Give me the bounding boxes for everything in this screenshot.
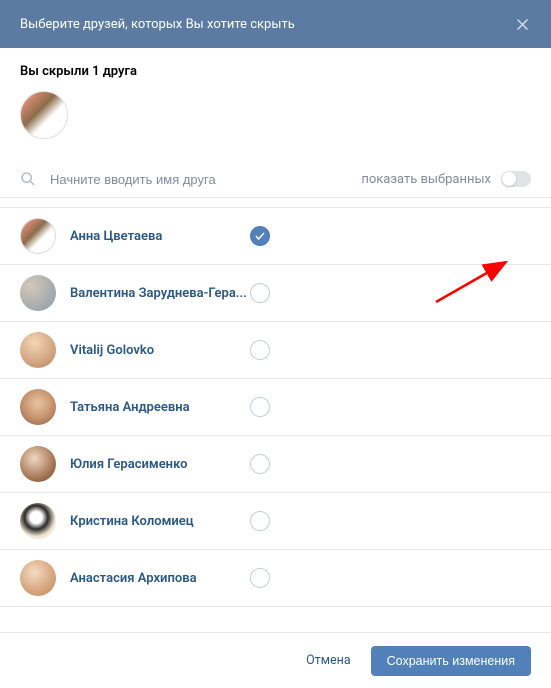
- friend-checkbox[interactable]: [250, 397, 270, 417]
- friend-checkbox[interactable]: [250, 226, 270, 246]
- save-button[interactable]: Сохранить изменения: [371, 646, 531, 676]
- friend-avatar: [20, 503, 56, 539]
- show-selected-label: показать выбранных: [361, 172, 491, 187]
- friend-row[interactable]: Анастасия Архипова: [0, 550, 551, 607]
- friend-name: Анастасия Архипова: [70, 571, 250, 586]
- modal-title: Выберите друзей, которых Вы хотите скрыт…: [20, 17, 295, 32]
- friend-avatar: [20, 389, 56, 425]
- search-input[interactable]: [50, 172, 361, 187]
- friend-name: Кристина Коломиец: [70, 514, 250, 529]
- friend-name: Юлия Герасименко: [70, 457, 250, 472]
- friend-row[interactable]: Анна Цветаева: [0, 208, 551, 265]
- search-row: показать выбранных: [0, 161, 551, 198]
- friend-list: Анна Цветаева Валентина Заруднева-Гера...…: [0, 208, 551, 607]
- list-top-divider: [0, 198, 551, 208]
- close-button[interactable]: [514, 16, 531, 33]
- friend-row[interactable]: Юлия Герасименко: [0, 436, 551, 493]
- friend-avatar: [20, 560, 56, 596]
- cancel-button[interactable]: Отмена: [302, 645, 355, 676]
- friend-checkbox[interactable]: [250, 340, 270, 360]
- hidden-friend-avatar[interactable]: [20, 91, 68, 139]
- friend-name: Валентина Заруднева-Гера...: [70, 286, 250, 301]
- friend-name: Анна Цветаева: [70, 229, 250, 244]
- hidden-avatars: [20, 91, 531, 149]
- friend-avatar: [20, 446, 56, 482]
- friend-checkbox[interactable]: [250, 511, 270, 531]
- show-selected-toggle[interactable]: [501, 171, 531, 187]
- friend-avatar: [20, 275, 56, 311]
- modal-footer: Отмена Сохранить изменения: [0, 632, 551, 688]
- modal-header: Выберите друзей, которых Вы хотите скрыт…: [0, 0, 551, 48]
- friend-row[interactable]: Татьяна Андреевна: [0, 379, 551, 436]
- friend-checkbox[interactable]: [250, 568, 270, 588]
- hidden-friends-section: Вы скрыли 1 друга: [0, 48, 551, 161]
- friend-row[interactable]: Кристина Коломиец: [0, 493, 551, 550]
- close-icon: [514, 16, 531, 33]
- friend-name: Татьяна Андреевна: [70, 400, 250, 415]
- friend-row[interactable]: Валентина Заруднева-Гера...: [0, 265, 551, 322]
- checkmark-icon: [254, 230, 266, 242]
- friend-avatar: [20, 332, 56, 368]
- friend-checkbox[interactable]: [250, 454, 270, 474]
- friend-name: Vitalij Golovko: [70, 343, 250, 358]
- friend-avatar: [20, 218, 56, 254]
- friend-checkbox[interactable]: [250, 283, 270, 303]
- friend-row[interactable]: Vitalij Golovko: [0, 322, 551, 379]
- search-icon: [20, 171, 36, 187]
- hidden-count-label: Вы скрыли 1 друга: [20, 64, 531, 79]
